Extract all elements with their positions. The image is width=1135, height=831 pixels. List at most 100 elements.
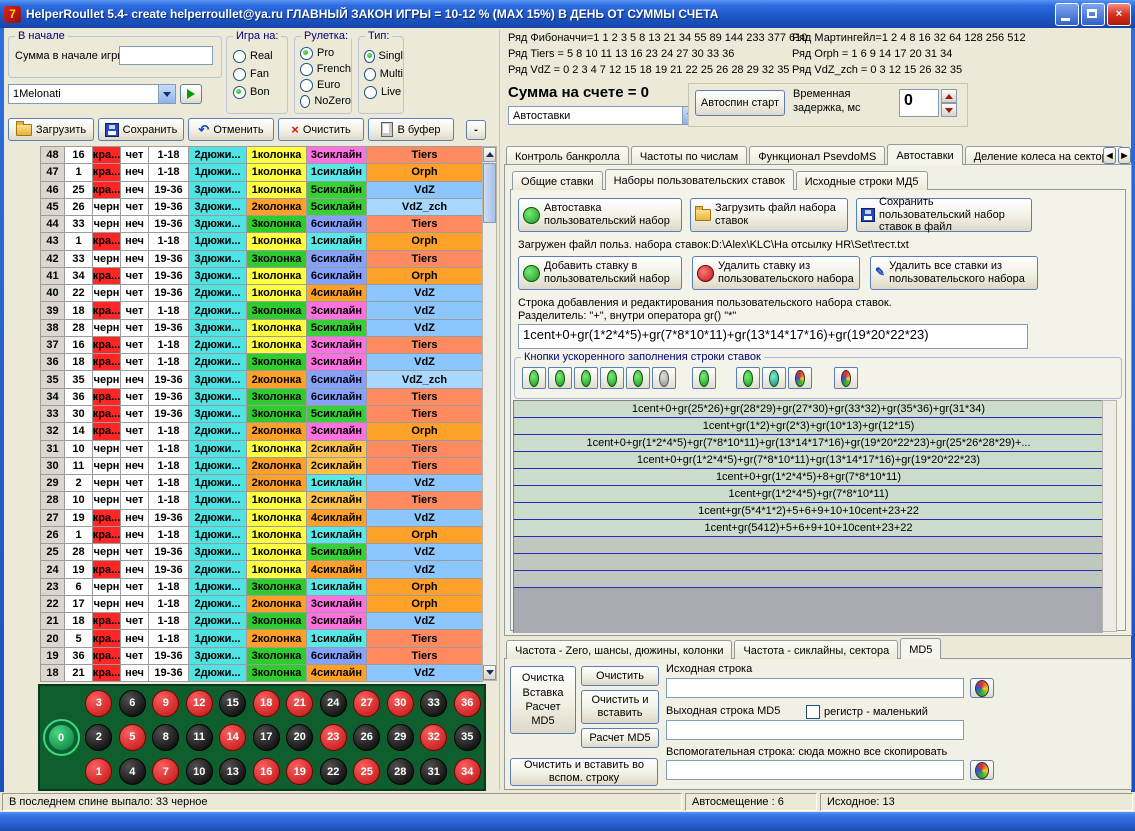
toolbar-folder-button[interactable]: Загрузить xyxy=(8,118,94,141)
board-number-26[interactable]: 26 xyxy=(353,724,380,751)
board-number-36[interactable]: 36 xyxy=(454,690,481,717)
bottom-tab[interactable]: MD5 xyxy=(900,638,941,659)
history-row[interactable]: 2217черннеч1-182дюжи...2колонка3сиклайнO… xyxy=(41,596,483,613)
board-number-3[interactable]: 3 xyxy=(85,690,112,717)
radio-french[interactable]: French xyxy=(300,61,351,77)
collapse-button[interactable]: - xyxy=(466,120,486,140)
main-tab[interactable]: Автоставки xyxy=(887,144,962,165)
radio-singl[interactable]: Singl xyxy=(364,47,403,65)
board-number-11[interactable]: 11 xyxy=(186,724,213,751)
history-row[interactable]: 1821кра...неч19-362дюжи...3колонка4сикла… xyxy=(41,665,483,682)
board-number-22[interactable]: 22 xyxy=(320,758,347,785)
play-button[interactable] xyxy=(180,84,202,104)
radio-pro[interactable]: Pro xyxy=(300,45,351,61)
bet-list-item[interactable]: 1cent+0+gr(1*2*4*5)+gr(7*8*10*11)+gr(13*… xyxy=(514,435,1103,452)
board-number-9[interactable]: 9 xyxy=(152,690,179,717)
board-number-31[interactable]: 31 xyxy=(420,758,447,785)
bet-string-input[interactable]: 1cent+0+gr(1*2*4*5)+gr(7*8*10*11)+gr(13*… xyxy=(518,324,1028,349)
history-row[interactable]: 3535черннеч19-363дюжи...2колонка6сиклайн… xyxy=(41,371,483,388)
board-number-19[interactable]: 19 xyxy=(286,758,313,785)
history-row[interactable]: 471кра...неч1-181дюжи...1колонка1сиклайн… xyxy=(41,164,483,181)
bet-list-item[interactable]: 1cent+gr(1*2)+gr(2*3)+gr(10*13)+gr(12*15… xyxy=(514,418,1103,435)
quick-bet-button[interactable] xyxy=(574,367,598,389)
md5-source-input[interactable] xyxy=(666,678,964,698)
scroll-up-icon[interactable] xyxy=(483,147,496,162)
history-scrollbar[interactable] xyxy=(482,146,497,681)
spin-up-icon[interactable] xyxy=(941,89,957,103)
board-number-0[interactable]: 0 xyxy=(48,724,75,751)
close-button[interactable]: × xyxy=(1107,3,1131,26)
board-number-29[interactable]: 29 xyxy=(387,724,414,751)
board-number-23[interactable]: 23 xyxy=(320,724,347,751)
md5-calc-button[interactable]: Расчет MD5 xyxy=(581,728,659,748)
history-row[interactable]: 3436кра...чет19-363дюжи...3колонка6сикла… xyxy=(41,389,483,406)
history-row[interactable]: 3716кра...чет1-182дюжи...1колонка3сиклай… xyxy=(41,337,483,354)
bottom-tab[interactable]: Частота - сиклайны, сектора xyxy=(734,640,898,659)
tab-scroll-right-icon[interactable]: ► xyxy=(1118,147,1131,164)
quick-bet-button[interactable] xyxy=(762,367,786,389)
history-row[interactable]: 2528чернчет19-363дюжи...1колонка5сиклайн… xyxy=(41,544,483,561)
radio-multi[interactable]: Multi xyxy=(364,65,403,83)
board-number-18[interactable]: 18 xyxy=(253,690,280,717)
delay-input[interactable]: 0 xyxy=(899,89,939,117)
history-row[interactable]: 3110чернчет1-181дюжи...1колонка2сиклайнT… xyxy=(41,441,483,458)
action-button[interactable]: Удалить ставку из пользовательского набо… xyxy=(692,256,860,290)
history-row[interactable]: 3330кра...чет19-363дюжи...3колонка5сикла… xyxy=(41,406,483,423)
minimize-button[interactable] xyxy=(1055,3,1079,26)
bet-list-item[interactable]: 1cent+0+gr(1*2*4*5)+8+gr(7*8*10*11) xyxy=(514,469,1103,486)
toolbar-clipboard-button[interactable]: В буфер xyxy=(368,118,454,141)
inner-tab[interactable]: Общие ставки xyxy=(512,171,603,190)
main-tab[interactable]: Контроль банкролла xyxy=(506,146,629,165)
radio-live[interactable]: Live xyxy=(364,83,403,101)
history-row[interactable]: 4022чернчет19-362дюжи...1колонка4сиклайн… xyxy=(41,285,483,302)
inner-tab[interactable]: Исходные строки МД5 xyxy=(796,171,928,190)
md5-source-chip-button[interactable] xyxy=(970,678,994,698)
board-number-8[interactable]: 8 xyxy=(152,724,179,751)
radio-bon[interactable]: Bon xyxy=(233,83,287,101)
md5-helper-input[interactable] xyxy=(666,760,964,780)
board-number-12[interactable]: 12 xyxy=(186,690,213,717)
radio-real[interactable]: Real xyxy=(233,47,287,65)
quick-bet-button[interactable] xyxy=(600,367,624,389)
quick-bet-button[interactable] xyxy=(548,367,572,389)
quick-bet-button[interactable] xyxy=(652,367,676,389)
spin-down-icon[interactable] xyxy=(941,103,957,117)
history-row[interactable]: 4233черннеч19-363дюжи...3колонка6сиклайн… xyxy=(41,251,483,268)
quick-bet-button[interactable] xyxy=(788,367,812,389)
board-number-30[interactable]: 30 xyxy=(387,690,414,717)
board-number-5[interactable]: 5 xyxy=(119,724,146,751)
taskbar[interactable] xyxy=(0,812,1135,831)
md5-clear-and-paste-button[interactable]: Очистить и вставить xyxy=(581,690,659,724)
history-row[interactable]: 2118кра...чет1-182дюжи...3колонка3сиклай… xyxy=(41,613,483,630)
action-button[interactable]: ✎Удалить все ставки из пользовательского… xyxy=(870,256,1038,290)
radio-nozero[interactable]: NoZero xyxy=(300,93,351,109)
board-number-10[interactable]: 10 xyxy=(186,758,213,785)
toolbar-undo-button[interactable]: ↶Отменить xyxy=(188,118,274,141)
maximize-button[interactable] xyxy=(1081,3,1105,26)
quick-bet-button[interactable] xyxy=(626,367,650,389)
quick-bet-button[interactable] xyxy=(522,367,546,389)
board-number-7[interactable]: 7 xyxy=(152,758,179,785)
action-button[interactable]: Добавить ставку в пользовательский набор xyxy=(518,256,682,290)
autospin-start-button[interactable]: Автоспин старт xyxy=(695,90,785,116)
history-row[interactable]: 4134кра...чет19-363дюжи...1колонка6сикла… xyxy=(41,268,483,285)
bottom-tab[interactable]: Частота - Zero, шансы, дюжины, колонки xyxy=(506,640,732,659)
history-row[interactable]: 1936кра...чет19-363дюжи...3колонка6сикла… xyxy=(41,648,483,665)
mode-combo[interactable]: Автоставки xyxy=(508,106,700,125)
md5-clear-button[interactable]: Очистить xyxy=(581,666,659,686)
quick-bet-button[interactable] xyxy=(692,367,716,389)
history-row[interactable]: 3214кра...чет1-182дюжи...2колонка3сиклай… xyxy=(41,423,483,440)
board-number-27[interactable]: 27 xyxy=(353,690,380,717)
board-number-33[interactable]: 33 xyxy=(420,690,447,717)
history-row[interactable]: 4526чернчет19-363дюжи...2колонка5сиклайн… xyxy=(41,199,483,216)
combo-arrow-icon[interactable] xyxy=(158,85,175,103)
board-number-17[interactable]: 17 xyxy=(253,724,280,751)
action-button[interactable]: Автоставка пользовательский набор xyxy=(518,198,682,232)
history-row[interactable]: 431кра...неч1-181дюжи...1колонка1сиклайн… xyxy=(41,233,483,250)
toolbar-clear-button[interactable]: ×Очистить xyxy=(278,118,364,141)
quick-bet-button[interactable] xyxy=(834,367,858,389)
main-tab[interactable]: Функционал PsevdoMS xyxy=(749,146,885,165)
history-row[interactable]: 4816кра...чет1-182дюжи...1колонка3сиклай… xyxy=(41,147,483,164)
bet-list-scrollbar[interactable] xyxy=(1102,400,1117,632)
clear-paste-helper-button[interactable]: Очистить и вставить во вспом. строку xyxy=(510,758,658,786)
